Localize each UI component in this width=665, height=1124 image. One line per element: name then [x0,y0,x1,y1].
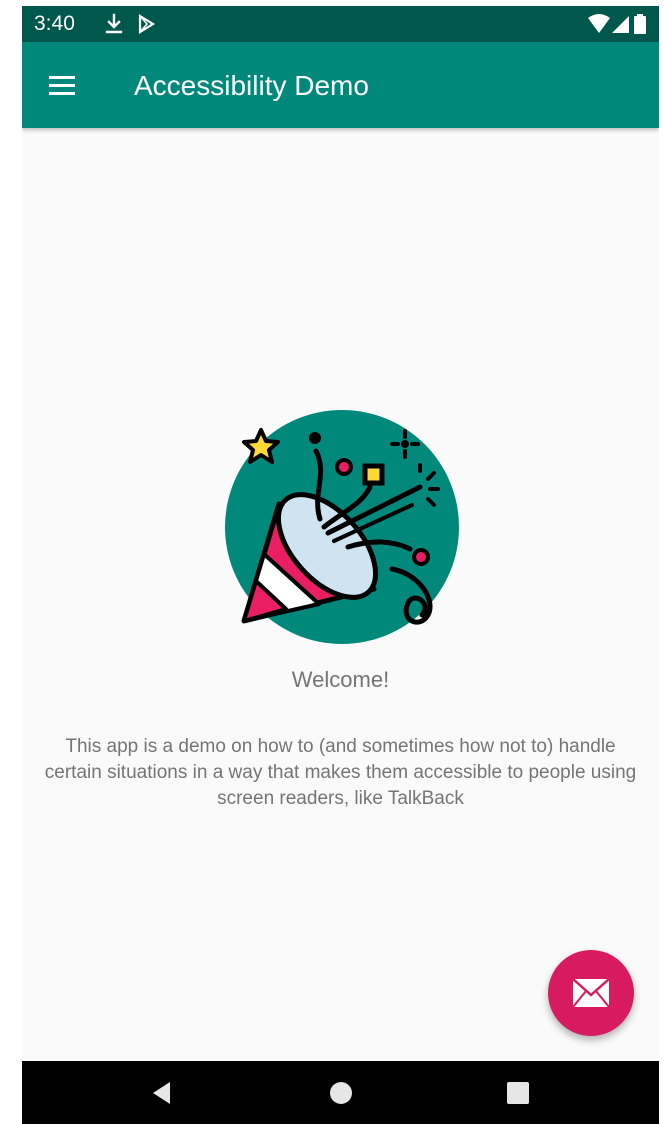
play-store-icon [138,14,156,34]
wifi-icon [588,14,610,33]
status-time: 3:40 [34,12,75,35]
battery-icon [634,14,646,34]
menu-button[interactable] [40,65,80,105]
mail-icon [572,978,610,1008]
back-icon[interactable] [146,1077,178,1109]
navigation-bar [22,1061,659,1124]
description-text: This app is a demo on how to (and someti… [44,736,637,809]
hamburger-menu-icon [49,76,75,95]
welcome-text: Welcome! [291,667,390,692]
app-bar: Accessibility Demo [22,42,659,128]
device-screen: 3:40 Accessibility Demo Welcome! This ap… [22,6,659,1124]
home-icon[interactable] [325,1077,357,1109]
status-bar: 3:40 [22,6,659,42]
download-icon [105,13,123,34]
mail-button[interactable] [548,950,634,1036]
recents-icon[interactable] [502,1077,534,1109]
page-title: Accessibility Demo [134,70,369,101]
party-popper-icon [225,410,459,644]
